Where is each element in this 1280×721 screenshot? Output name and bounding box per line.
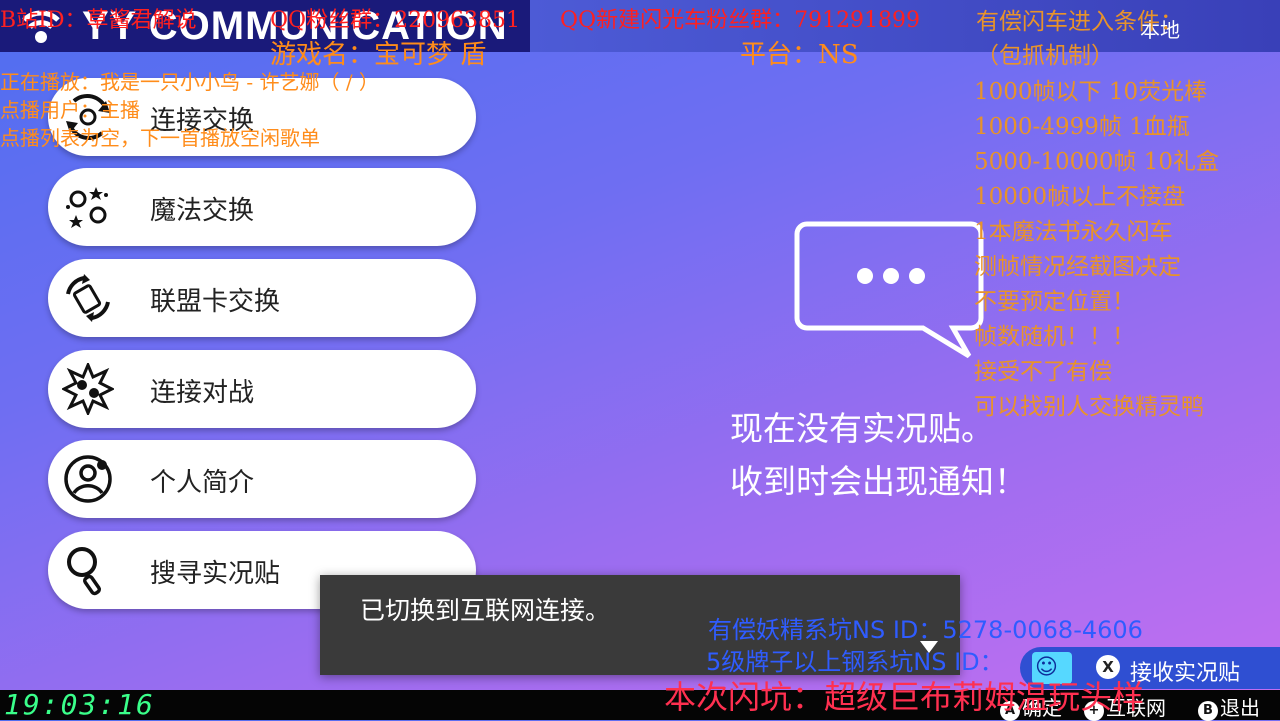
empty-state-line-2: 收到时会出现通知！ [730,462,1027,501]
b-button-icon: B [1198,701,1218,721]
receive-posts-label: 接收实况贴 [1130,661,1241,686]
menu-surprise-trade-button[interactable]: 魔法交换 [48,168,476,246]
search-icon [67,547,102,596]
overlay-rule: 测帧情况经截图决定 [974,254,1181,280]
toast-message: 已切换到互联网连接。 [360,596,611,625]
overlay-clock: 19:03:16 [4,688,155,721]
menu-label: 连接对战 [150,378,255,408]
overlay-qq-group: QQ粉丝群：220963851 [270,8,521,33]
overlay-rule: 帧数随机！！！ [974,324,1135,350]
overlay-rule: （包抓机制） [976,43,1114,69]
overlay-rule: 10000帧以上不接盘 [974,184,1186,210]
overlay-queue-status: 点播列表为空，下一首播放空闲歌单 [0,126,320,150]
overlay-bottom-banner: 本次闪坑：超级巨布莉姆温玩头样 [664,678,1145,716]
overlay-bilibili-id: B站ID：草酱君解说 [0,8,197,33]
overlay-rule: 1000-4999帧 1血瓶 [974,114,1190,140]
menu-label: 搜寻实况贴 [150,559,281,589]
overlay-qq-new-group: QQ新建闪光车粉丝群：791291899 [560,8,921,33]
menu-label: 联盟卡交换 [150,287,281,317]
menu-battle-button[interactable]: 连接对战 [48,350,476,428]
overlay-platform: 平台：NS [740,40,859,70]
overlay-rule: 5000-10000帧 10礼盒 [974,149,1220,175]
overlay-rule: 有偿闪车进入条件： [976,9,1183,35]
empty-state-line-1: 现在没有实况贴。 [730,409,994,448]
hint-exit[interactable]: B 退出 [1198,692,1260,721]
menu-label: 个人简介 [150,468,255,498]
overlay-rule: 接受不了有偿 [974,359,1112,385]
speech-bubble-icon [794,221,984,359]
battle-icon [62,363,114,415]
overlay-rule: 1本魔法书永久闪车 [974,219,1173,245]
overlay-paid-fairy-id: 有偿妖精系坑NS ID：5278-0068-4606 [708,616,1143,644]
overlay-now-playing: 正在播放：我是一只小小鸟 - 许艺娜（ / ） [0,70,379,94]
profile-icon [64,455,112,503]
overlay-requested-by: 点播用户：主播 [0,98,140,122]
surprise-trade-icon [66,187,108,228]
league-card-trade-icon [66,274,110,322]
overlay-rule: 可以找别人交换精灵鸭 [974,394,1204,420]
overlay-rule: 不要预定位置！ [974,289,1135,315]
menu-profile-button[interactable]: 个人简介 [48,440,476,518]
hint-label: 退出 [1220,696,1260,720]
overlay-rule: 1000帧以下 10荧光棒 [974,79,1208,105]
menu-league-card-trade-button[interactable]: 联盟卡交换 [48,259,476,337]
menu-label: 魔法交换 [150,196,255,226]
